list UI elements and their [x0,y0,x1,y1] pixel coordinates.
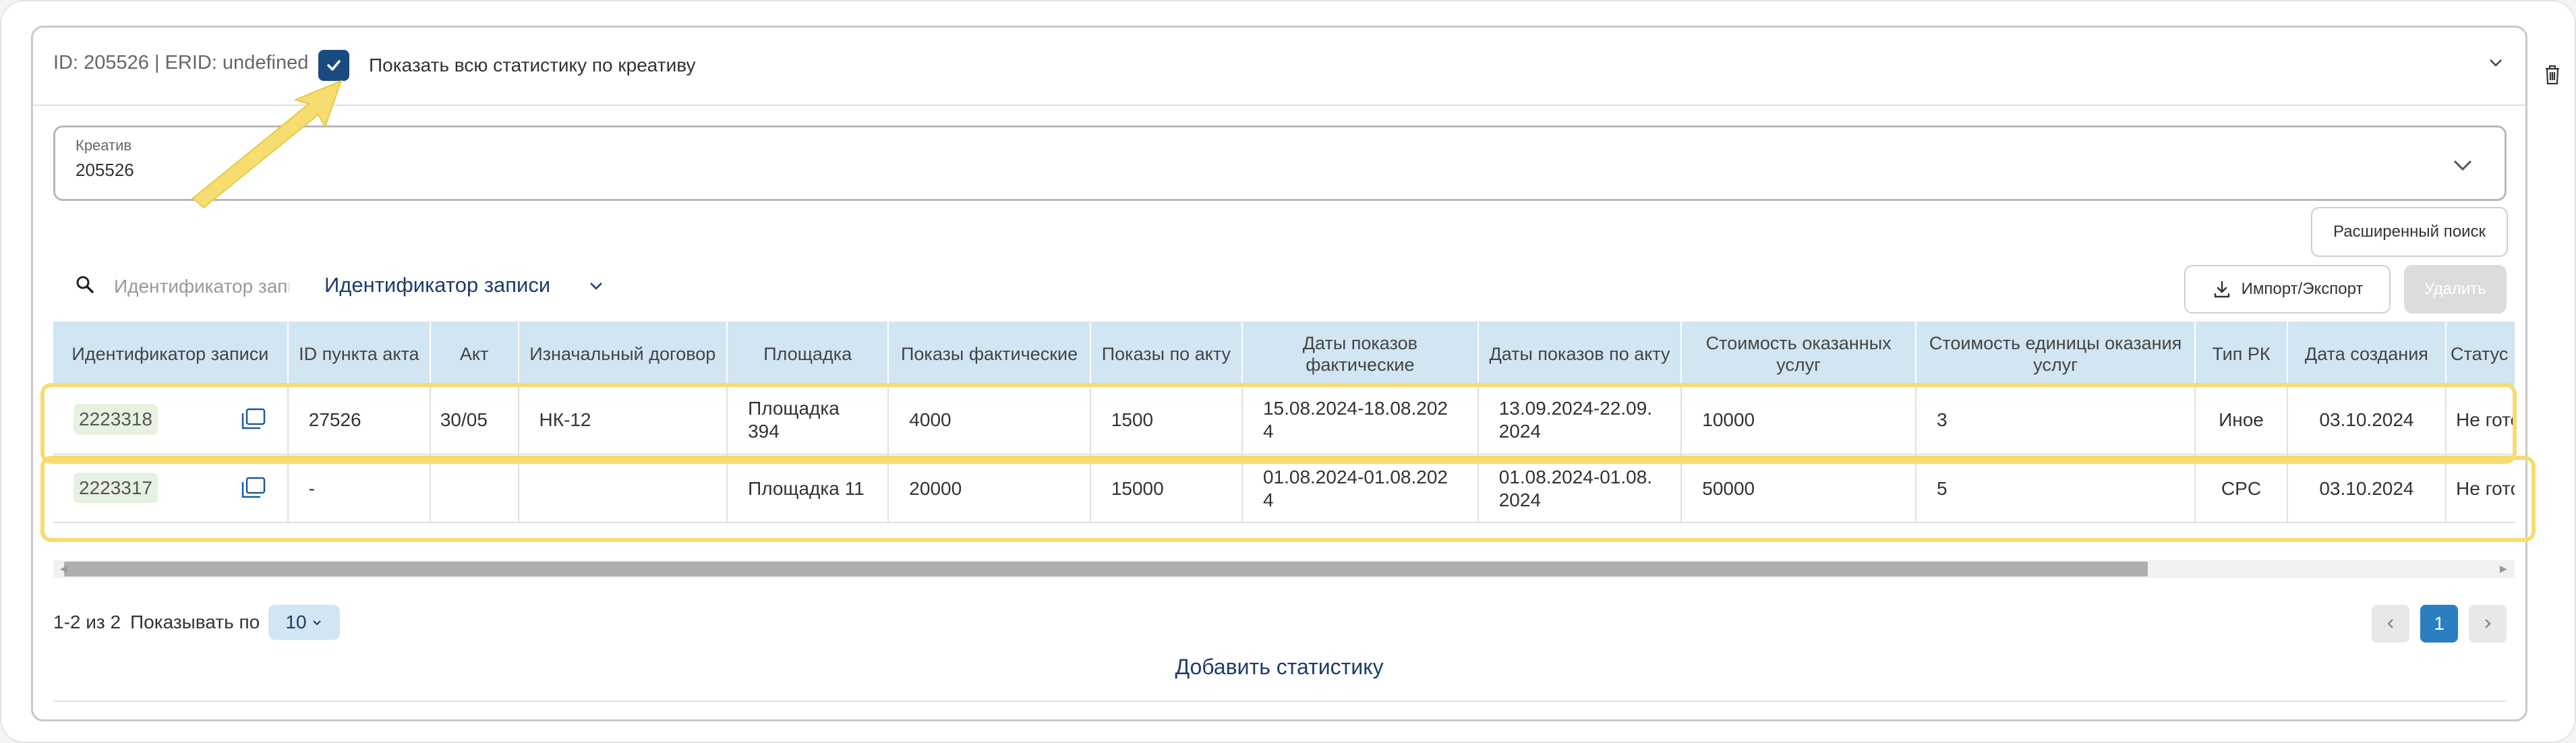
column-header[interactable]: Площадка [727,322,889,386]
record-id-cell: 2223317 [53,454,289,523]
campaign-type-cell: Иное [2195,386,2288,455]
creative-select[interactable]: Креатив 205526 [53,125,2507,201]
status-cell: Не готов [2446,386,2515,455]
card-header[interactable]: ID: 205526 | ERID: undefined Показать вс… [33,28,2525,106]
act-item-id-cell: 27526 [287,386,431,455]
advanced-search-button[interactable]: Расширенный поиск [2311,207,2508,257]
next-page-button[interactable] [2469,605,2507,643]
statistics-table: Идентификатор записи ID пункта акта Акт … [53,322,2515,560]
check-icon [327,60,341,71]
search-icon [75,274,95,298]
record-id-badge[interactable]: 2223318 [74,404,158,435]
impressions-act-cell: 15000 [1090,454,1243,523]
column-header[interactable]: Стоимость единицы оказания услуг [1916,322,2196,386]
act-item-id-cell: - [287,454,431,523]
column-header[interactable]: Статус [2446,322,2515,386]
impressions-actual-cell: 4000 [888,386,1091,455]
creative-select-value: 205526 [76,160,134,180]
divider [53,701,2507,702]
platform-cell: Площадка 11 [727,454,889,523]
cost-services-cell: 10000 [1681,386,1917,455]
collapse-chevron-icon[interactable] [2484,51,2508,78]
page-button-current[interactable]: 1 [2420,605,2458,643]
scroll-left-arrow-icon[interactable]: ◀ [60,563,67,574]
show-all-checkbox[interactable] [318,50,349,81]
created-date-cell: 03.10.2024 [2287,386,2447,455]
delete-button[interactable]: Удалить [2404,265,2507,314]
chevron-left-icon [2387,619,2393,628]
unit-cost-cell: 3 [1916,386,2196,455]
campaign-type-cell: CPC [2195,454,2288,523]
pagination-range: 1-2 из 2 [53,612,121,632]
page-size-value: 10 [285,612,307,632]
column-header[interactable]: Показы по акту [1090,322,1243,386]
column-header[interactable]: Дата создания [2287,322,2447,386]
dates-act-cell: 13.09.2024-22.09.2024 [1477,386,1682,455]
search-field-select[interactable]: Идентификатор записи [324,273,550,297]
dates-act-cell: 01.08.2024-01.08.2024 [1477,454,1682,523]
table-row[interactable]: 2223318 27526 30/05 НК-12 Площадка 394 4… [53,386,2515,455]
dates-actual-cell: 01.08.2024-01.08.2024 [1241,454,1479,523]
import-export-button[interactable]: Импорт/Экспорт [2184,265,2391,314]
scroll-right-arrow-icon[interactable]: ▶ [2500,563,2507,574]
column-header[interactable]: Акт [430,322,519,386]
column-header[interactable]: Идентификатор записи [53,322,289,386]
creative-id-text: ID: 205526 | ERID: undefined [53,52,309,73]
column-header[interactable]: ID пункта акта [287,322,431,386]
chevron-down-icon[interactable] [587,277,605,298]
table-row[interactable]: 2223317 - Площадка 11 20000 15000 01.08.… [53,454,2515,523]
search-input[interactable] [114,272,289,301]
pagination-show-label: Показывать по [130,612,260,632]
status-cell: Не готов [2446,454,2515,523]
download-icon [2214,280,2229,298]
column-header[interactable]: Даты показов фактические [1241,322,1479,386]
impressions-act-cell: 1500 [1090,386,1243,455]
chevron-right-icon [2485,619,2491,628]
created-date-cell: 03.10.2024 [2287,454,2447,523]
act-cell [430,454,519,523]
table-header-row: Идентификатор записи ID пункта акта Акт … [53,322,2515,386]
show-all-label[interactable]: Показать всю статистику по креативу [369,55,695,76]
chevron-down-icon [312,620,321,626]
creative-statistics-card: ID: 205526 | ERID: undefined Показать вс… [31,26,2527,721]
page: ID: 205526 | ERID: undefined Показать вс… [0,0,2576,743]
act-cell: 30/05 [430,386,519,455]
page-size-select[interactable]: 10 [268,605,340,640]
column-header[interactable]: Показы фактические [888,322,1091,386]
record-id-badge[interactable]: 2223317 [74,472,158,504]
horizontal-scrollbar-thumb[interactable] [64,562,2148,576]
column-header[interactable]: Изначальный договор [518,322,728,386]
creative-select-label: Креатив [76,137,132,154]
unit-cost-cell: 5 [1916,454,2196,523]
dates-actual-cell: 15.08.2024-18.08.2024 [1241,386,1479,455]
original-contract-cell [518,454,728,523]
cost-services-cell: 50000 [1681,454,1917,523]
prev-page-button[interactable] [2372,605,2409,643]
trash-icon[interactable] [2542,63,2563,90]
column-header[interactable]: Тип РК [2195,322,2288,386]
column-header[interactable]: Стоимость оказанных услуг [1681,322,1917,386]
copy-icon[interactable] [240,475,267,505]
impressions-actual-cell: 20000 [888,454,1091,523]
column-header[interactable]: Даты показов по акту [1477,322,1682,386]
add-statistics-button[interactable]: Добавить статистику [33,655,2525,680]
original-contract-cell: НК-12 [518,386,728,455]
record-id-cell: 2223318 [53,386,289,455]
platform-cell: Площадка 394 [727,386,889,455]
copy-icon[interactable] [240,407,267,436]
import-export-label: Импорт/Экспорт [2241,280,2364,298]
chevron-down-icon[interactable] [2448,150,2478,183]
